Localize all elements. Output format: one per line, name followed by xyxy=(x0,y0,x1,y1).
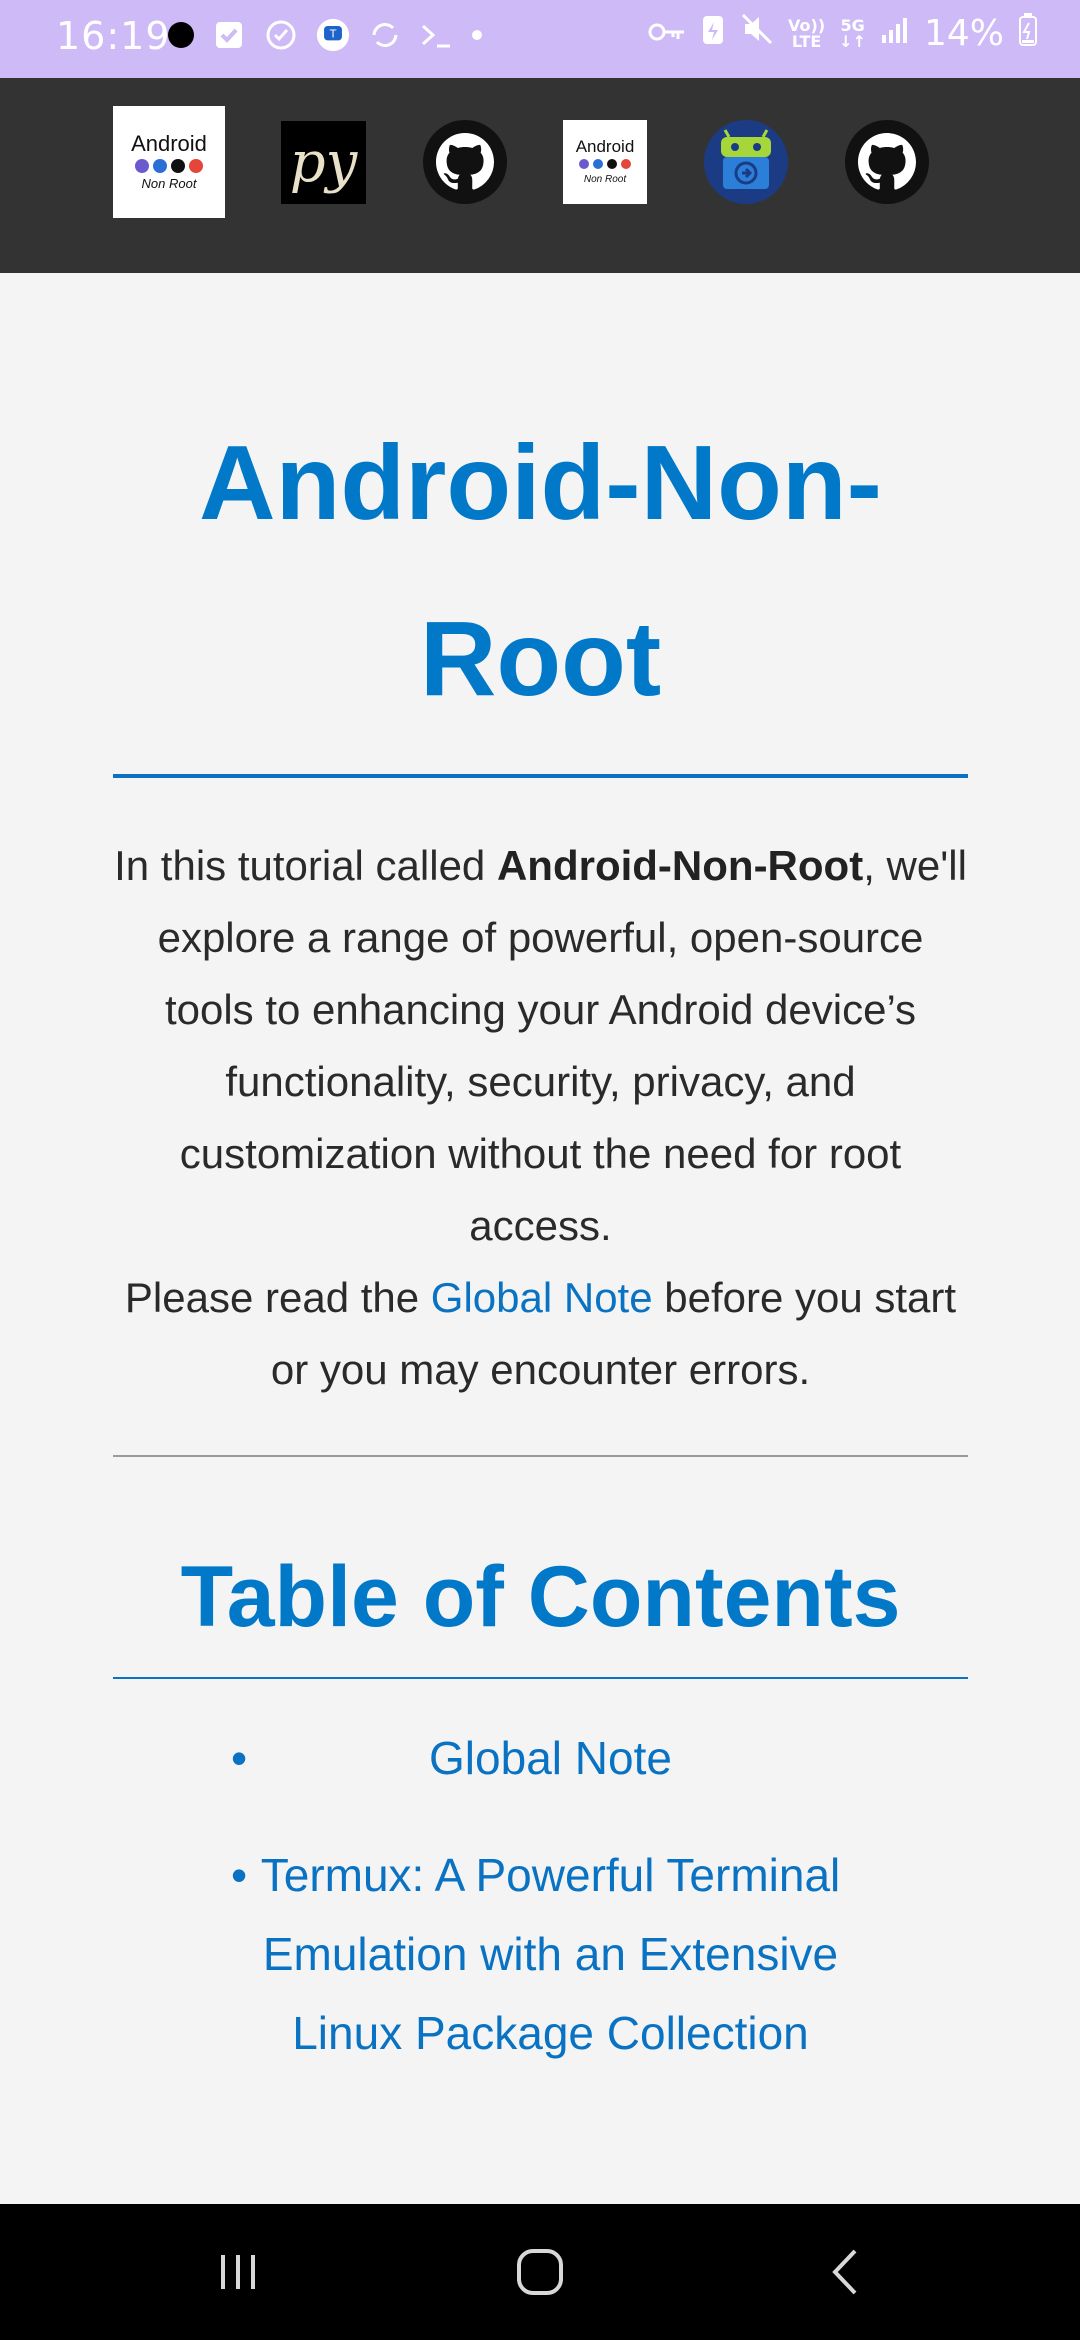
github-icon[interactable] xyxy=(423,120,507,204)
svg-text:T: T xyxy=(329,28,337,41)
checkbox-icon xyxy=(212,18,246,52)
bullet-icon: • xyxy=(231,1732,248,1784)
logo-app-icons xyxy=(579,158,631,169)
battery-saver-icon xyxy=(700,12,726,55)
battery-icon xyxy=(1018,12,1038,55)
page-title: Android-Non-Root xyxy=(199,424,882,718)
notification-icons: T xyxy=(168,18,482,52)
status-time: 16:19 xyxy=(56,14,171,58)
site-header: Android Non Root py Android Non Root xyxy=(0,78,1080,273)
system-status-icons: Vo)) LTE 5G ↓↑ 14% xyxy=(648,12,1038,55)
signal-icon xyxy=(880,13,910,54)
android-non-root-logo-small[interactable]: Android Non Root xyxy=(563,120,647,204)
global-note-link[interactable]: Global Note xyxy=(431,1274,653,1321)
record-dot-icon xyxy=(168,22,194,48)
key-icon xyxy=(648,13,686,54)
status-bar: 16:19 T Vo)) LTE 5G ↓↑ 14% xyxy=(0,0,1080,78)
py-logo[interactable]: py xyxy=(281,121,366,204)
volte-indicator: Vo)) LTE xyxy=(788,15,826,51)
back-button[interactable] xyxy=(795,2204,895,2340)
battery-level: 14% xyxy=(923,13,1004,54)
back-arrow-icon xyxy=(832,2249,857,2295)
android-app-icon[interactable] xyxy=(704,120,788,204)
android-non-root-logo[interactable]: Android Non Root xyxy=(113,106,225,218)
toc-item: • Termux: A Powerful Terminal Emulation … xyxy=(113,1836,968,2073)
more-notifications-dot-icon xyxy=(472,30,482,40)
recent-apps-button[interactable] xyxy=(188,2204,288,2340)
section-divider xyxy=(113,1455,968,1457)
toc-link-global-note[interactable]: Global Note xyxy=(253,1719,848,1798)
logo-app-icons xyxy=(135,159,203,173)
home-button[interactable] xyxy=(490,2204,590,2340)
github-icon-2[interactable] xyxy=(845,120,929,204)
toc-list: • Global Note • Termux: A Powerful Termi… xyxy=(113,1719,968,2073)
intro-bold-name: Android-Non-Root xyxy=(496,842,864,889)
main-content: Android-Non-Root In this tutorial called… xyxy=(113,273,968,2073)
mute-icon xyxy=(740,12,774,55)
terminal-prompt-icon xyxy=(420,18,454,52)
note-text-before: Please read the xyxy=(124,1274,431,1321)
recent-apps-icon xyxy=(221,2255,255,2289)
system-nav-bar xyxy=(0,2204,1080,2340)
intro-text-before: In this tutorial called xyxy=(114,842,497,889)
intro-text-after: , we'll explore a range of powerful, ope… xyxy=(157,842,967,1249)
title-divider xyxy=(113,774,968,778)
toc-divider xyxy=(113,1677,968,1679)
vpn-app-icon: T xyxy=(316,18,350,52)
bullet-icon: • xyxy=(231,1849,248,1901)
check-circle-icon xyxy=(264,18,298,52)
network-type: 5G ↓↑ xyxy=(839,15,866,51)
sync-icon xyxy=(368,18,402,52)
toc-item: • Global Note xyxy=(113,1719,968,1798)
toc-link-termux[interactable]: Termux: A Powerful Terminal Emulation wi… xyxy=(253,1836,848,2073)
home-icon xyxy=(517,2249,563,2295)
intro-paragraph: In this tutorial called Android-Non-Root… xyxy=(113,830,968,1406)
toc-heading: Table of Contents xyxy=(180,1549,901,1645)
